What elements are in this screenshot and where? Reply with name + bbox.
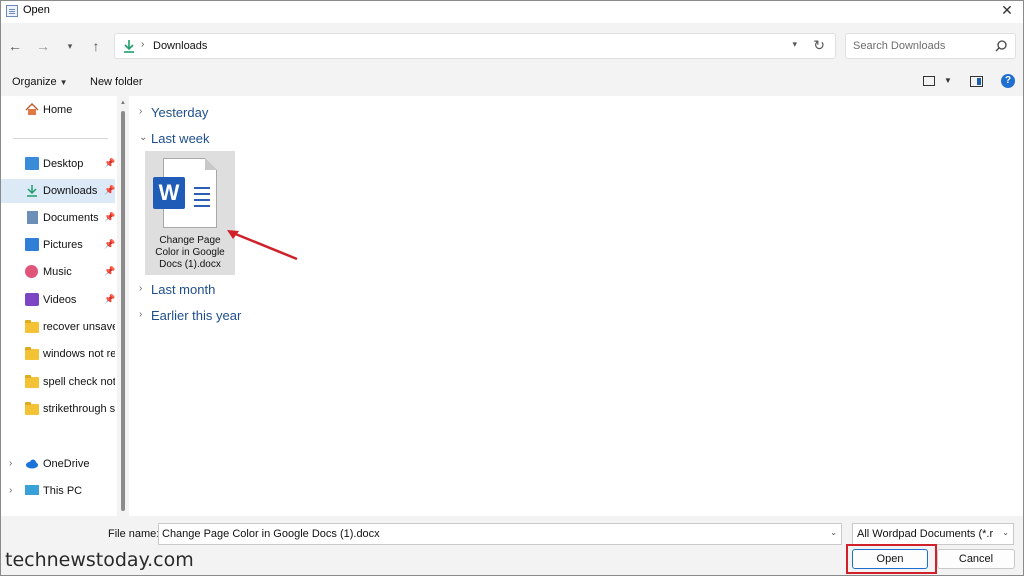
chevron-down-icon[interactable]: ▼	[944, 76, 952, 85]
breadcrumb-separator-icon: ›	[141, 39, 145, 50]
sidebar-item-pictures[interactable]: Pictures 📌	[1, 233, 115, 257]
pictures-icon	[25, 238, 39, 251]
file-type-value: All Wordpad Documents (*.rtf, *	[857, 528, 993, 540]
dialog-footer: File name: Change Page Color in Google D…	[1, 516, 1023, 575]
search-box[interactable]: Search Downloads	[845, 33, 1016, 59]
sidebar-item-home[interactable]: Home	[1, 98, 115, 122]
pin-icon: 📌	[104, 266, 116, 276]
pin-icon: 📌	[104, 294, 116, 304]
sidebar-item-desktop[interactable]: Desktop 📌	[1, 152, 115, 176]
doc-line	[194, 187, 210, 189]
folder-icon	[25, 402, 39, 415]
pin-icon: 📌	[104, 158, 116, 168]
scroll-up-icon[interactable]: ▲	[120, 100, 126, 106]
chevron-down-icon: ⌄	[139, 132, 148, 143]
pin-icon: 📌	[104, 212, 116, 222]
chevron-down-icon[interactable]: ▾	[61, 37, 79, 55]
chevron-down-icon: ▼	[59, 78, 68, 87]
sidebar-item-label: This PC	[43, 485, 83, 497]
watermark: technewstoday.com	[5, 549, 194, 571]
arrow-left-icon[interactable]: ←	[6, 37, 24, 55]
documents-icon	[27, 211, 38, 224]
music-icon	[25, 265, 38, 278]
organize-button[interactable]: Organize ▼	[12, 76, 68, 88]
group-label: Earlier this year	[151, 308, 242, 323]
chevron-right-icon: ›	[139, 309, 143, 320]
sidebar-item-videos[interactable]: Videos 📌	[1, 288, 115, 312]
refresh-icon[interactable]: ↻	[813, 37, 825, 54]
home-icon	[25, 103, 39, 115]
word-icon: W	[153, 177, 185, 209]
sidebar-item-music[interactable]: Music 📌	[1, 260, 115, 284]
desktop-icon	[25, 157, 39, 170]
sidebar-item-label: recover unsaved	[43, 321, 115, 333]
sidebar-item-thispc[interactable]: › This PC	[1, 479, 115, 503]
file-name-value[interactable]: Change Page Color in Google Docs (1).doc…	[162, 528, 380, 540]
doc-line	[194, 199, 210, 201]
file-type-select[interactable]: All Wordpad Documents (*.rtf, * ⌄	[852, 523, 1014, 545]
navigation-pane: Home Desktop 📌 Downloads 📌 Documents 📌 P…	[1, 96, 117, 516]
chevron-right-icon: ›	[139, 283, 143, 294]
preview-pane-icon[interactable]	[970, 76, 983, 87]
address-dropdown-icon[interactable]: ▾	[792, 39, 797, 50]
address-bar[interactable]: › Downloads ▾ ↻	[114, 33, 836, 59]
sidebar-item-folder[interactable]: spell check not v	[1, 370, 115, 394]
sidebar-item-label: Home	[43, 104, 73, 116]
sidebar-scrollbar-thumb[interactable]	[121, 111, 125, 511]
sidebar-item-label: strikethrough sh	[43, 403, 115, 415]
cloud-icon	[26, 459, 38, 469]
new-folder-button[interactable]: New folder	[90, 76, 143, 88]
sidebar-item-folder[interactable]: strikethrough sh	[1, 397, 115, 421]
download-icon	[27, 185, 37, 197]
sidebar-item-downloads[interactable]: Downloads 📌	[1, 179, 115, 203]
chevron-right-icon[interactable]: ›	[9, 485, 12, 496]
doc-line	[194, 193, 210, 195]
navigation-bar: ← → ▾ ↑ › Downloads ▾ ↻ Search Downloads	[1, 23, 1023, 69]
chevron-right-icon[interactable]: ›	[9, 458, 12, 469]
sidebar-item-label: spell check not v	[43, 376, 115, 388]
folder-icon	[25, 375, 39, 388]
group-label: Last month	[151, 282, 216, 297]
title-bar: Open ✕	[1, 1, 1023, 21]
arrow-right-icon[interactable]: →	[34, 37, 52, 55]
close-icon[interactable]: ✕	[999, 2, 1015, 18]
view-options-icon[interactable]	[923, 76, 935, 86]
videos-icon	[25, 293, 39, 306]
pin-icon: 📌	[104, 239, 116, 249]
search-input[interactable]: Search Downloads	[853, 40, 945, 52]
group-label: Last week	[151, 131, 210, 146]
sidebar-item-documents[interactable]: Documents 📌	[1, 206, 115, 230]
sidebar-item-onedrive[interactable]: › OneDrive	[1, 452, 115, 476]
sidebar-divider	[13, 138, 108, 139]
sidebar-item-folder[interactable]: windows not res	[1, 342, 115, 366]
organize-label: Organize	[12, 76, 57, 88]
file-name-field[interactable]: Change Page Color in Google Docs (1).doc…	[158, 523, 842, 545]
pin-icon: 📌	[104, 185, 116, 195]
sidebar-item-label: windows not res	[43, 348, 115, 360]
group-label: Yesterday	[151, 105, 209, 120]
window-title: Open	[23, 4, 50, 16]
chevron-down-icon[interactable]: ⌄	[830, 528, 837, 537]
help-icon[interactable]: ?	[1001, 74, 1015, 88]
chevron-right-icon: ›	[139, 106, 143, 117]
open-button[interactable]: Open	[852, 549, 928, 569]
folder-icon	[25, 320, 39, 333]
arrow-up-icon[interactable]: ↑	[87, 37, 105, 55]
wordpad-app-icon	[6, 5, 18, 17]
file-name-label: File name:	[108, 528, 160, 540]
breadcrumb[interactable]: Downloads	[153, 40, 207, 52]
chevron-down-icon[interactable]: ⌄	[1002, 528, 1009, 537]
search-icon	[995, 40, 1007, 52]
cancel-button[interactable]: Cancel	[937, 549, 1015, 569]
computer-icon	[25, 485, 39, 495]
doc-line	[194, 205, 210, 207]
sidebar-item-label: OneDrive	[43, 458, 90, 470]
annotation-arrow	[227, 230, 298, 261]
download-icon	[124, 40, 134, 53]
open-dialog: Open ✕ ← → ▾ ↑ › Downloads ▾ ↻ Search Do…	[0, 0, 1024, 576]
sidebar-item-folder[interactable]: recover unsaved	[1, 315, 115, 339]
folder-icon	[25, 347, 39, 360]
file-list: › Yesterday ⌄ Last week W Change Page Co…	[131, 96, 1023, 516]
command-toolbar: Organize ▼ New folder ▼ ?	[1, 69, 1023, 96]
